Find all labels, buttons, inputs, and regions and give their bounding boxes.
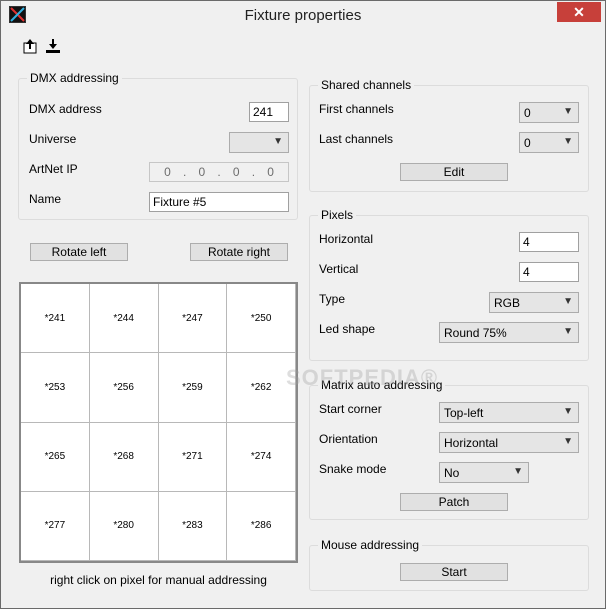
- pixel-grid: *241 *244 *247 *250 *253 *256 *259 *262 …: [19, 282, 298, 563]
- type-label: Type: [319, 292, 346, 306]
- pixel-cell[interactable]: *283: [158, 491, 228, 561]
- edit-button[interactable]: Edit: [400, 163, 508, 181]
- chevron-down-icon: ▼: [563, 136, 573, 147]
- rotate-right-button[interactable]: Rotate right: [190, 243, 288, 261]
- vertical-label: Vertical: [319, 262, 359, 276]
- chevron-down-icon: ▼: [563, 436, 573, 447]
- horizontal-input[interactable]: [519, 232, 579, 252]
- manual-addressing-hint: right click on pixel for manual addressi…: [50, 573, 267, 587]
- window-title: Fixture properties: [244, 7, 362, 24]
- pixel-cell[interactable]: *241: [21, 284, 90, 354]
- pixel-cell[interactable]: *274: [227, 422, 296, 492]
- ip-octet: 0: [267, 165, 274, 179]
- vertical-input[interactable]: [519, 262, 579, 282]
- chevron-down-icon: ▼: [513, 466, 523, 477]
- name-input[interactable]: [149, 192, 289, 212]
- pixel-cell[interactable]: *244: [89, 284, 159, 354]
- type-select[interactable]: RGB ▼: [489, 292, 579, 313]
- chevron-down-icon: ▼: [563, 106, 573, 117]
- snake-mode-value: No: [444, 466, 460, 480]
- rotate-left-button[interactable]: Rotate left: [30, 243, 128, 261]
- patch-button[interactable]: Patch: [400, 493, 508, 511]
- chevron-down-icon: ▼: [563, 296, 573, 307]
- ip-octet: 0: [232, 165, 240, 179]
- mouse-start-button[interactable]: Start: [400, 563, 508, 581]
- ip-octet: 0: [198, 165, 206, 179]
- artnet-ip-input[interactable]: 0. 0. 0. 0: [149, 162, 289, 182]
- orientation-select[interactable]: Horizontal ▼: [439, 432, 579, 453]
- led-shape-select[interactable]: Round 75% ▼: [439, 322, 579, 343]
- last-channels-label: Last channels: [319, 132, 394, 146]
- name-label: Name: [29, 192, 62, 206]
- dmx-address-input[interactable]: [249, 102, 289, 122]
- title-bar: Fixture properties ✕: [1, 1, 605, 31]
- pixel-cell[interactable]: *280: [89, 491, 159, 561]
- ip-octet: 0: [164, 165, 171, 179]
- chevron-down-icon: ▼: [563, 326, 573, 337]
- pixel-cell[interactable]: *277: [21, 491, 90, 561]
- orientation-value: Horizontal: [444, 436, 499, 450]
- universe-label: Universe: [29, 132, 77, 146]
- type-value: RGB: [494, 296, 521, 310]
- pixels-label: Pixels: [318, 208, 357, 222]
- first-channels-select[interactable]: 0 ▼: [519, 102, 579, 123]
- orientation-label: Orientation: [319, 432, 378, 446]
- horizontal-label: Horizontal: [319, 232, 374, 246]
- export-icon[interactable]: [21, 37, 39, 55]
- pixel-cell[interactable]: *265: [21, 422, 90, 492]
- snake-mode-select[interactable]: No ▼: [439, 462, 529, 483]
- snake-mode-label: Snake mode: [319, 462, 387, 476]
- first-channels-value: 0: [524, 106, 531, 120]
- start-corner-value: Top-left: [444, 406, 484, 420]
- pixel-cell[interactable]: *256: [89, 353, 159, 423]
- import-icon[interactable]: [44, 37, 62, 55]
- pixel-cell[interactable]: *250: [227, 284, 296, 354]
- pixel-cell[interactable]: *247: [158, 284, 228, 354]
- chevron-down-icon: ▼: [273, 136, 283, 147]
- shared-channels-label: Shared channels: [318, 78, 415, 92]
- pixel-cell[interactable]: *268: [89, 422, 159, 492]
- led-shape-value: Round 75%: [444, 326, 507, 340]
- led-shape-label: Led shape: [319, 322, 376, 336]
- last-channels-value: 0: [524, 136, 531, 150]
- fixture-properties-window: Fixture properties ✕ DMX addressing DMX …: [0, 0, 606, 609]
- pixel-cell[interactable]: *286: [227, 491, 296, 561]
- last-channels-select[interactable]: 0 ▼: [519, 132, 579, 153]
- pixel-cell[interactable]: *259: [158, 353, 228, 423]
- mouse-addressing-label: Mouse addressing: [318, 538, 423, 552]
- pixel-cell[interactable]: *253: [21, 353, 90, 423]
- start-corner-label: Start corner: [319, 402, 382, 416]
- dmx-addressing-label: DMX addressing: [27, 71, 122, 85]
- artnet-ip-label: ArtNet IP: [29, 162, 78, 176]
- watermark: SOFTPEDIA®: [286, 365, 439, 390]
- pixel-cell[interactable]: *271: [158, 422, 228, 492]
- dmx-address-label: DMX address: [29, 102, 102, 116]
- close-button[interactable]: ✕: [557, 2, 601, 22]
- universe-select[interactable]: ▼: [229, 132, 289, 153]
- start-corner-select[interactable]: Top-left ▼: [439, 402, 579, 423]
- first-channels-label: First channels: [319, 102, 394, 116]
- chevron-down-icon: ▼: [563, 406, 573, 417]
